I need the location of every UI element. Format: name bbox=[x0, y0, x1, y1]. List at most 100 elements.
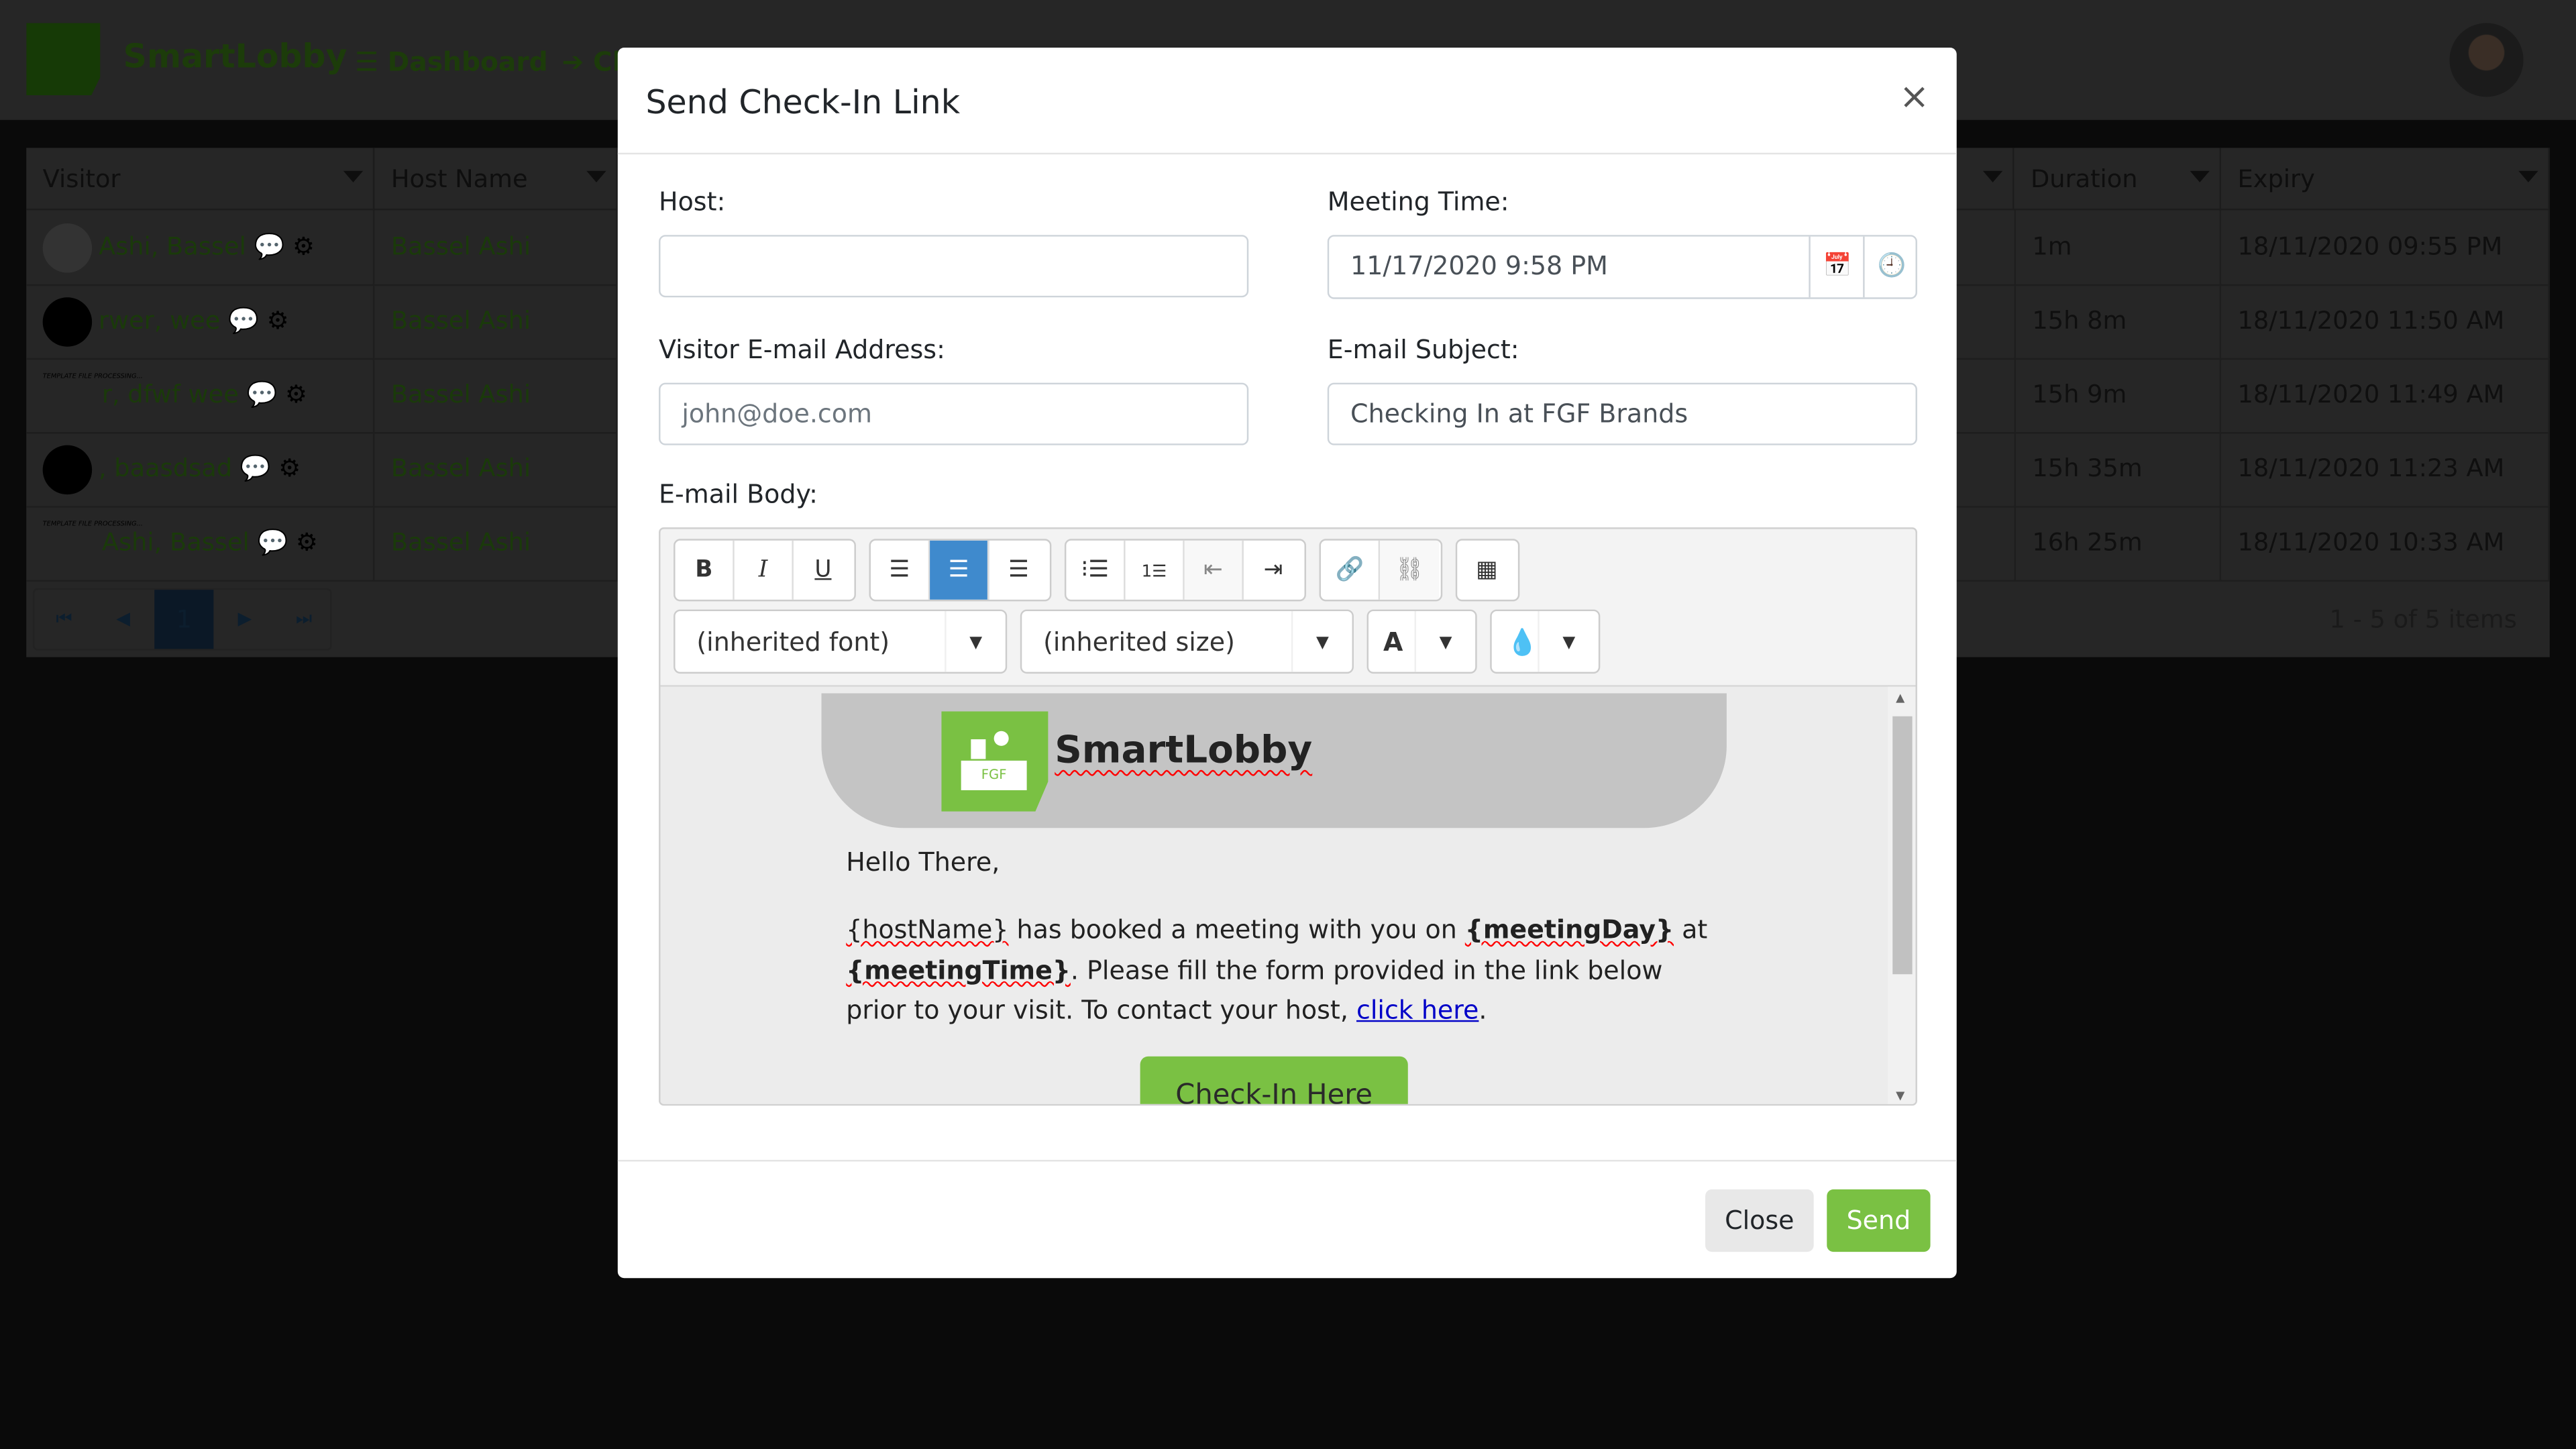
scrollbar-thumb[interactable] bbox=[1892, 716, 1913, 975]
expiry-cell: 18/11/2020 10:33 AM bbox=[2221, 506, 2550, 580]
align-left-icon: ☰ bbox=[889, 557, 910, 584]
text-color-picker[interactable]: A ▼ bbox=[1366, 609, 1477, 674]
host-cell: Bassel Ashi bbox=[374, 358, 618, 433]
font-size-select[interactable]: (inherited size) ▼ bbox=[1020, 609, 1354, 674]
droplet-icon: 💧 bbox=[1506, 627, 1539, 657]
visitor-cell[interactable]: Ashi, Bassel 💬 ⚙ bbox=[26, 210, 375, 284]
expiry-cell: 18/11/2020 11:49 AM bbox=[2221, 358, 2550, 433]
avatar-placeholder: TEMPLATE FILE PROCESSING... bbox=[42, 370, 143, 379]
insert-link-button[interactable]: 🔗 bbox=[1321, 540, 1381, 600]
column-header-expiry[interactable]: Expiry bbox=[2221, 148, 2550, 211]
chevron-down-icon: ▼ bbox=[1414, 611, 1476, 672]
editor-scrollbar[interactable]: ▲ ▼ bbox=[1887, 686, 1916, 1104]
chat-icon[interactable]: 💬 bbox=[228, 306, 259, 335]
visitor-cell[interactable]: TEMPLATE FILE PROCESSING...r, dfwf wee 💬… bbox=[26, 358, 375, 433]
bold-button[interactable]: B bbox=[676, 540, 735, 600]
send-button[interactable]: Send bbox=[1827, 1189, 1931, 1252]
gear-icon[interactable]: ⚙ bbox=[292, 231, 315, 261]
pager-summary: 1 - 5 of 5 items bbox=[2329, 604, 2517, 635]
align-right-button[interactable]: ☰ bbox=[989, 541, 1048, 600]
host-input[interactable] bbox=[659, 235, 1249, 298]
close-button[interactable]: Close bbox=[1705, 1189, 1814, 1252]
arrow-right-icon: ➔ bbox=[561, 46, 584, 78]
editor-content[interactable]: FGF SmartLobby Hello There, {hostName} h… bbox=[660, 685, 1916, 1104]
clock-icon[interactable]: 🕘 bbox=[1863, 236, 1919, 298]
visitor-email-input[interactable]: john@doe.com bbox=[659, 382, 1249, 445]
font-family-select[interactable]: (inherited font) ▼ bbox=[674, 609, 1008, 674]
bullet-list-icon: ⁝☰ bbox=[1081, 557, 1110, 584]
smartlobby-logo: FGF bbox=[941, 711, 1049, 812]
last-page-button[interactable]: ⏭ bbox=[274, 590, 333, 649]
email-brand-name: SmartLobby bbox=[1055, 729, 1313, 773]
align-center-button[interactable]: ☰ bbox=[930, 540, 989, 600]
visitor-avatar bbox=[42, 297, 93, 346]
visitor-avatar bbox=[42, 222, 93, 272]
email-subject-input[interactable]: Checking In at FGF Brands bbox=[1327, 382, 1917, 445]
chevron-down-icon: ▼ bbox=[945, 611, 1006, 672]
gear-icon[interactable]: ⚙ bbox=[296, 527, 318, 557]
unlink-button[interactable]: ⛓ bbox=[1380, 540, 1440, 600]
duration-cell: 15h 9m bbox=[2014, 358, 2222, 433]
filter-icon[interactable] bbox=[2518, 170, 2538, 182]
visitor-cell[interactable]: TEMPLATE FILE PROCESSING...Ashi, Bassel … bbox=[26, 506, 375, 580]
outdent-button[interactable]: ⇤ bbox=[1184, 540, 1244, 600]
email-subject-label: E-mail Subject: bbox=[1327, 335, 1519, 365]
chevron-down-icon: ▼ bbox=[1291, 611, 1352, 672]
align-left-button[interactable]: ☰ bbox=[871, 540, 930, 600]
chat-icon[interactable]: 💬 bbox=[247, 380, 278, 409]
expiry-cell: 18/11/2020 11:23 AM bbox=[2221, 432, 2550, 506]
italic-button[interactable]: I bbox=[735, 540, 794, 600]
visitor-cell[interactable]: , baasdsad 💬 ⚙ bbox=[26, 432, 375, 506]
duration-cell: 1m bbox=[2014, 210, 2222, 284]
indent-icon: ⇥ bbox=[1263, 557, 1283, 584]
close-icon[interactable]: × bbox=[1899, 77, 1929, 118]
gear-icon[interactable]: ⚙ bbox=[267, 306, 289, 335]
avatar-placeholder: TEMPLATE FILE PROCESSING... bbox=[42, 518, 143, 527]
visitor-avatar bbox=[42, 444, 93, 494]
visitor-cell[interactable]: rwer, wee 💬 ⚙ bbox=[26, 284, 375, 358]
insert-table-button[interactable]: ▦ bbox=[1457, 541, 1516, 600]
table-icon: ▦ bbox=[1476, 557, 1498, 584]
page-1-button[interactable]: 1 bbox=[154, 590, 214, 649]
indent-button[interactable]: ⇥ bbox=[1244, 541, 1303, 600]
nav-dashboard[interactable]: ☰ Dashboard bbox=[355, 46, 548, 78]
first-page-button[interactable]: ⏮ bbox=[34, 590, 93, 649]
align-center-icon: ☰ bbox=[948, 557, 969, 584]
underline-button[interactable]: U bbox=[794, 541, 853, 600]
numbered-list-button[interactable]: 1☰ bbox=[1126, 540, 1185, 600]
filter-icon[interactable] bbox=[1982, 170, 2003, 182]
column-header-visitor[interactable]: Visitor bbox=[26, 148, 375, 211]
divider bbox=[617, 152, 1957, 155]
duration-cell: 16h 25m bbox=[2014, 506, 2222, 580]
filter-icon[interactable] bbox=[2190, 170, 2210, 182]
gear-icon[interactable]: ⚙ bbox=[278, 453, 301, 483]
bars-icon: ☰ bbox=[354, 46, 379, 78]
user-avatar[interactable] bbox=[2449, 23, 2524, 97]
column-header-duration[interactable]: Duration bbox=[2014, 148, 2222, 211]
bullet-list-button[interactable]: ⁝☰ bbox=[1066, 540, 1126, 600]
chat-icon[interactable]: 💬 bbox=[254, 231, 285, 261]
dialog-title: Send Check-In Link bbox=[645, 82, 961, 122]
meeting-time-label: Meeting Time: bbox=[1327, 187, 1509, 217]
host-cell: Bassel Ashi bbox=[374, 284, 618, 358]
column-header-host[interactable]: Host Name bbox=[374, 148, 618, 211]
meeting-time-input[interactable]: 11/17/2020 9:58 PM 📅 🕘 bbox=[1327, 235, 1919, 299]
email-header-banner: FGF SmartLobby bbox=[821, 693, 1727, 828]
gear-icon[interactable]: ⚙ bbox=[285, 380, 307, 409]
next-page-button[interactable]: ▶ bbox=[215, 590, 274, 649]
app-logo bbox=[26, 23, 101, 96]
expiry-cell: 18/11/2020 11:50 AM bbox=[2221, 284, 2550, 358]
host-cell: Bassel Ashi bbox=[374, 210, 618, 284]
filter-icon[interactable] bbox=[343, 170, 364, 182]
chat-icon[interactable]: 💬 bbox=[257, 527, 288, 557]
chat-icon[interactable]: 💬 bbox=[240, 453, 271, 483]
calendar-icon[interactable]: 📅 bbox=[1809, 236, 1864, 298]
contact-host-link[interactable]: click here bbox=[1356, 996, 1479, 1025]
checkin-here-button[interactable]: Check-In Here bbox=[1140, 1056, 1408, 1104]
filter-icon[interactable] bbox=[586, 170, 606, 182]
prev-page-button[interactable]: ◀ bbox=[94, 590, 153, 649]
email-body-label: E-mail Body: bbox=[659, 480, 818, 510]
background-color-picker[interactable]: 💧 ▼ bbox=[1490, 609, 1601, 674]
duration-cell: 15h 8m bbox=[2014, 284, 2222, 358]
email-body-editor: B I U ☰ ☰ ☰ ⁝☰ 1☰ ⇤ ⇥ 🔗 ⛓ ▦ (inherited f… bbox=[659, 527, 1917, 1106]
